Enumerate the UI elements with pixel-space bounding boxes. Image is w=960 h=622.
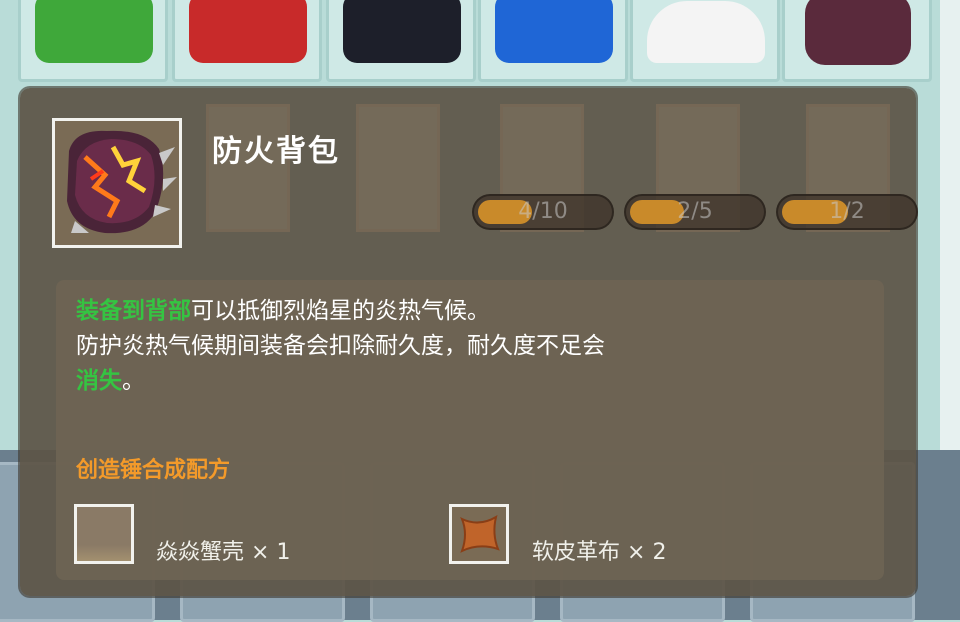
soft-leather-icon	[452, 507, 506, 561]
craft-progress-bar: 4/10	[472, 194, 614, 230]
ingredient-icon-frame[interactable]	[74, 504, 134, 564]
inventory-slot-snow-block[interactable]	[630, 0, 780, 82]
recipe-title: 创造锤合成配方	[76, 458, 231, 483]
scrollbar-track[interactable]	[940, 0, 960, 450]
inventory-slot-black-block[interactable]	[326, 0, 476, 82]
fireproof-backpack-icon	[55, 121, 179, 245]
item-name: 防火背包	[212, 134, 340, 169]
description-text: 可以抵御烈焰星的炎热气候。	[191, 298, 490, 324]
craft-progress-bar: 1/2	[776, 194, 918, 230]
door-item-faded	[356, 104, 440, 232]
inventory-slot-blue-block[interactable]	[478, 0, 628, 82]
ingredient-qty: × 2	[627, 540, 667, 565]
ingredient-label: 软皮革布 × 2	[532, 534, 666, 566]
description-text: 防护炎热气候期间装备会扣除耐久度，耐久度不足会	[76, 333, 605, 359]
description-text: 。	[122, 368, 145, 394]
inventory-slot-backpack[interactable]	[782, 0, 932, 82]
snow-pile-icon	[647, 1, 765, 63]
ingredient-name: 软皮革布	[532, 540, 621, 565]
inventory-slot-green-block[interactable]	[18, 0, 168, 82]
item-icon-frame	[52, 118, 182, 248]
craft-progress-bar: 2/5	[624, 194, 766, 230]
progress-label: 4/10	[518, 199, 568, 224]
ingredient-name: 焱焱蟹壳	[156, 540, 245, 565]
red-block-icon	[189, 0, 307, 63]
ingredient-label: 焱焱蟹壳 × 1	[156, 534, 290, 566]
black-block-icon	[343, 0, 461, 63]
progress-label: 2/5	[677, 199, 713, 224]
inventory-slot-red-block[interactable]	[172, 0, 322, 82]
ingredient-icon-frame[interactable]	[449, 504, 509, 564]
green-block-icon	[35, 0, 153, 63]
ingredient-qty: × 1	[251, 540, 291, 565]
fire-backpack-small-icon	[805, 0, 911, 65]
blue-block-icon	[495, 0, 613, 63]
description-highlight: 装备到背部	[76, 298, 191, 324]
progress-label: 1/2	[829, 199, 865, 224]
item-description: 装备到背部可以抵御烈焰星的炎热气候。 防护炎热气候期间装备会扣除耐久度，耐久度不…	[76, 294, 856, 399]
crab-shell-icon	[77, 507, 131, 561]
description-highlight: 消失	[76, 368, 122, 394]
